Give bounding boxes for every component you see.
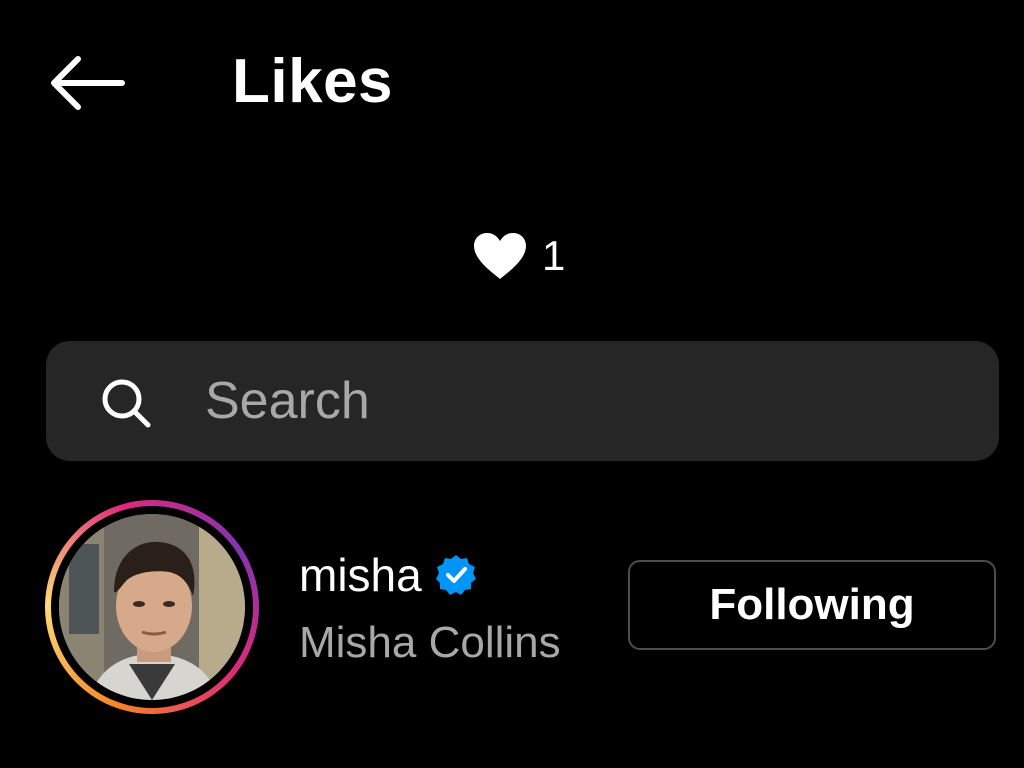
- search-icon: [102, 379, 151, 428]
- arrow-left-icon: [51, 56, 125, 110]
- full-name: Misha Collins: [299, 618, 561, 667]
- search-input[interactable]: [205, 355, 965, 447]
- likes-count-value: 1: [542, 232, 566, 279]
- username-line[interactable]: misha: [299, 545, 478, 605]
- heart-filled-icon: [474, 233, 526, 279]
- page-title: Likes: [232, 47, 394, 116]
- header: Likes: [0, 0, 1024, 165]
- back-button[interactable]: [44, 50, 128, 116]
- avatar-story-ring[interactable]: [45, 500, 259, 714]
- avatar-photo: [59, 514, 245, 700]
- following-button[interactable]: Following: [628, 560, 996, 650]
- avatar: [59, 514, 245, 700]
- verified-badge-icon: [435, 555, 476, 595]
- username: misha: [299, 549, 422, 601]
- likes-count: 1: [472, 224, 565, 288]
